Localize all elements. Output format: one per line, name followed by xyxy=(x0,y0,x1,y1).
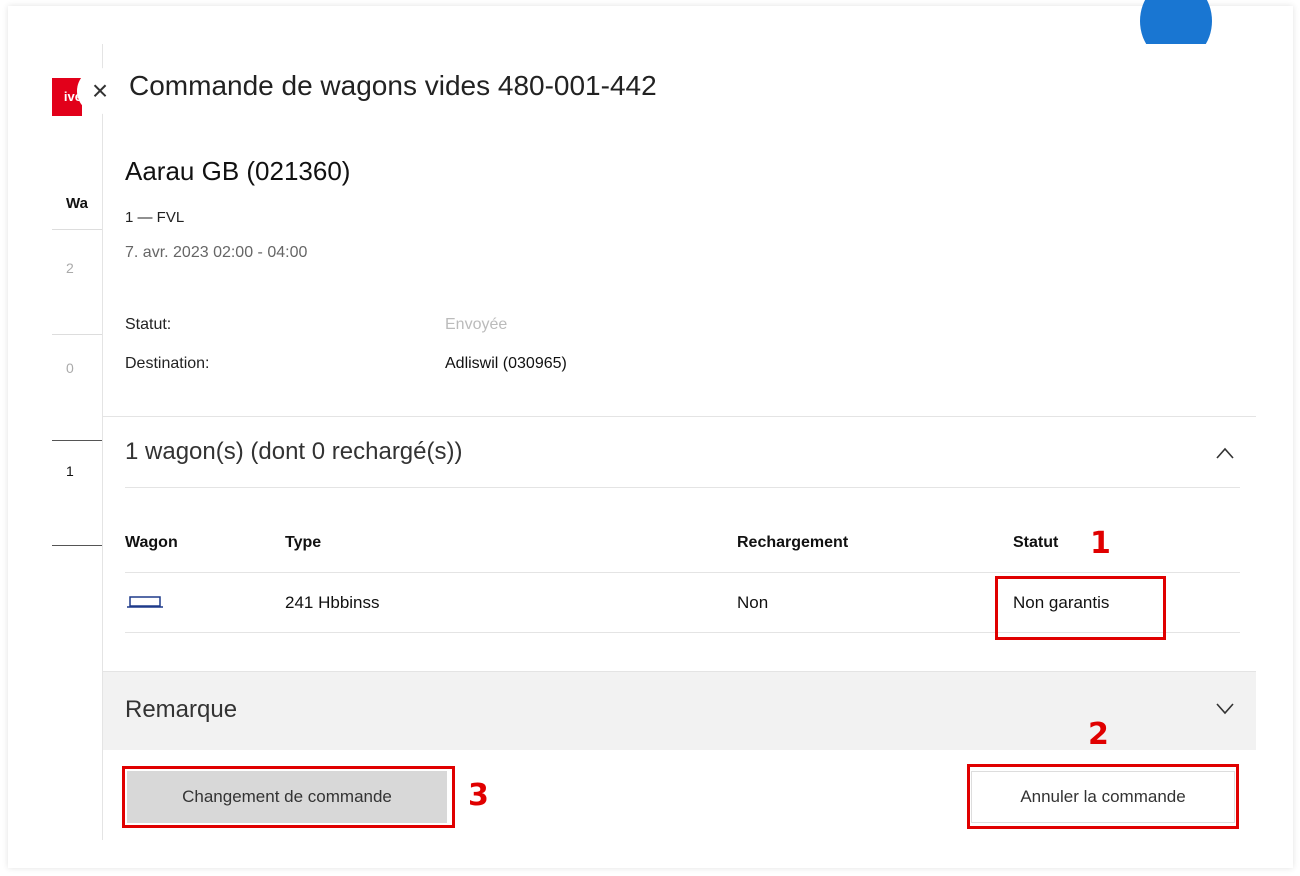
destination-value: Adliswil (030965) xyxy=(445,355,567,372)
annotation-number: 3 xyxy=(468,778,489,813)
column-header-statut: Statut xyxy=(1013,534,1059,551)
divider xyxy=(125,572,1240,573)
background-divider xyxy=(52,440,102,441)
column-header-wagon: Wagon xyxy=(125,534,178,551)
station-name: Aarau GB (021360) xyxy=(125,156,351,186)
background-divider xyxy=(52,334,102,335)
wagon-icon xyxy=(127,596,163,608)
divider xyxy=(125,487,1240,488)
line-info: 1 — FVL xyxy=(125,209,185,226)
background-cell: 2 xyxy=(66,260,74,276)
background-column-header: Wa xyxy=(66,195,88,212)
background-cell: 1 xyxy=(66,463,74,479)
annotation-box-change xyxy=(122,766,455,828)
remarque-title: Remarque xyxy=(125,696,238,723)
wagons-section-title: 1 wagon(s) (dont 0 rechargé(s)) xyxy=(125,438,463,465)
annotation-box-status xyxy=(995,576,1166,640)
background-divider xyxy=(52,545,102,546)
date-time: 7. avr. 2023 02:00 - 04:00 xyxy=(125,244,308,261)
wagon-rechargement: Non xyxy=(737,593,769,612)
annotation-number: 2 xyxy=(1088,717,1109,752)
column-header-rechargement: Rechargement xyxy=(737,534,849,551)
remarque-section[interactable]: Remarque xyxy=(103,671,1256,750)
wagon-type: 241 Hbbinss xyxy=(285,593,380,612)
annotation-number: 1 xyxy=(1090,526,1111,561)
remarque-toggle-button[interactable] xyxy=(1216,700,1234,718)
close-icon: × xyxy=(91,75,109,106)
close-button[interactable]: × xyxy=(77,68,123,114)
chevron-up-icon xyxy=(1216,447,1234,459)
background-cell: 0 xyxy=(66,360,74,376)
status-value: Envoyée xyxy=(445,316,508,333)
wagons-toggle-button[interactable] xyxy=(1216,444,1234,462)
status-label: Statut: xyxy=(125,316,172,333)
divider xyxy=(103,416,1256,417)
chevron-down-icon xyxy=(1216,703,1234,715)
annotation-box-cancel xyxy=(967,764,1239,829)
dialog-title: Commande de wagons vides 480-001-442 xyxy=(129,70,657,101)
order-detail-panel: × Commande de wagons vides 480-001-442 A… xyxy=(77,44,1256,840)
destination-label: Destination: xyxy=(125,355,210,372)
column-header-type: Type xyxy=(285,534,322,551)
background-divider xyxy=(52,229,102,230)
